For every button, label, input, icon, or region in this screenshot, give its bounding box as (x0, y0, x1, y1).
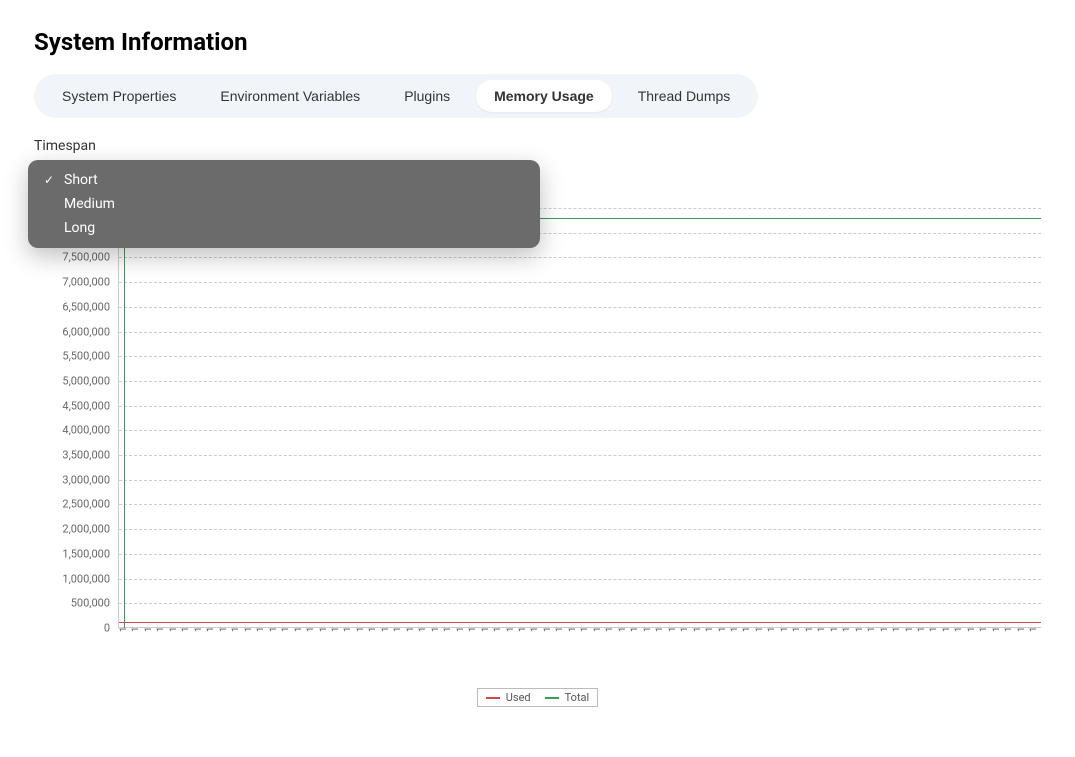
grid-line (119, 430, 1041, 431)
y-tick: 2,500,000 (62, 498, 110, 511)
grid-line (119, 504, 1041, 505)
series-used (119, 622, 1041, 623)
chart-plot (118, 208, 1041, 628)
y-tick: 500,000 (71, 597, 110, 610)
timespan-label: Timespan (34, 138, 1041, 154)
y-tick: 3,000,000 (62, 473, 110, 486)
y-tick: 7,000,000 (62, 276, 110, 289)
grid-line (119, 455, 1041, 456)
grid-line (119, 579, 1041, 580)
y-tick: 0 (104, 622, 110, 635)
y-tick: 1,500,000 (62, 547, 110, 560)
y-tick: 6,000,000 (62, 325, 110, 338)
grid-line (119, 554, 1041, 555)
y-tick: 7,500,000 (62, 251, 110, 264)
legend-label: Used (506, 691, 531, 704)
timespan-option-label: Short (64, 172, 98, 188)
timespan-option-label: Long (64, 220, 95, 236)
timespan-option-long[interactable]: Long (28, 216, 540, 240)
timespan-select-wrap: ✓ Short Medium Long (34, 160, 534, 196)
timespan-dropdown: ✓ Short Medium Long (28, 160, 540, 248)
chart-x-axis: 14:38:4514:39:4514:40:4514:41:4514:42:45… (118, 628, 1041, 684)
chart-y-axis: 0500,0001,000,0001,500,0002,000,0002,500… (34, 208, 118, 628)
legend-item-total: Total (545, 691, 590, 704)
grid-line (119, 529, 1041, 530)
chart-legend: Used Total (477, 688, 598, 707)
grid-line (119, 332, 1041, 333)
y-tick: 5,500,000 (62, 350, 110, 363)
y-tick: 1,000,000 (62, 572, 110, 585)
grid-line (119, 406, 1041, 407)
y-tick: 4,000,000 (62, 424, 110, 437)
memory-usage-chart: 0 500,000 1,000,000 1,500,000 2,000,000 2,500… (34, 208, 1041, 707)
legend-swatch-total (545, 697, 559, 699)
page-title: System Information (34, 28, 1041, 56)
grid-line (119, 282, 1041, 283)
grid-line (119, 307, 1041, 308)
grid-line (119, 480, 1041, 481)
tab-environment-variables[interactable]: Environment Variables (202, 80, 378, 112)
grid-line (119, 603, 1041, 604)
grid-line (119, 257, 1041, 258)
tab-bar: System Properties Environment Variables … (34, 74, 758, 118)
legend-label: Total (565, 691, 590, 704)
grid-line (119, 356, 1041, 357)
timespan-option-label: Medium (64, 196, 115, 212)
y-tick: 2,000,000 (62, 523, 110, 536)
series-start-total (124, 218, 125, 628)
timespan-option-medium[interactable]: Medium (28, 192, 540, 216)
tab-system-properties[interactable]: System Properties (44, 80, 194, 112)
timespan-option-short[interactable]: ✓ Short (28, 168, 540, 192)
legend-swatch-used (486, 697, 500, 699)
y-tick: 3,500,000 (62, 449, 110, 462)
y-tick: 5,000,000 (62, 374, 110, 387)
y-tick: 6,500,000 (62, 300, 110, 313)
tab-thread-dumps[interactable]: Thread Dumps (620, 80, 749, 112)
check-icon: ✓ (42, 173, 56, 187)
tab-memory-usage[interactable]: Memory Usage (476, 80, 612, 112)
tab-plugins[interactable]: Plugins (386, 80, 468, 112)
grid-line (119, 381, 1041, 382)
y-tick: 4,500,000 (62, 399, 110, 412)
legend-item-used: Used (486, 691, 531, 704)
